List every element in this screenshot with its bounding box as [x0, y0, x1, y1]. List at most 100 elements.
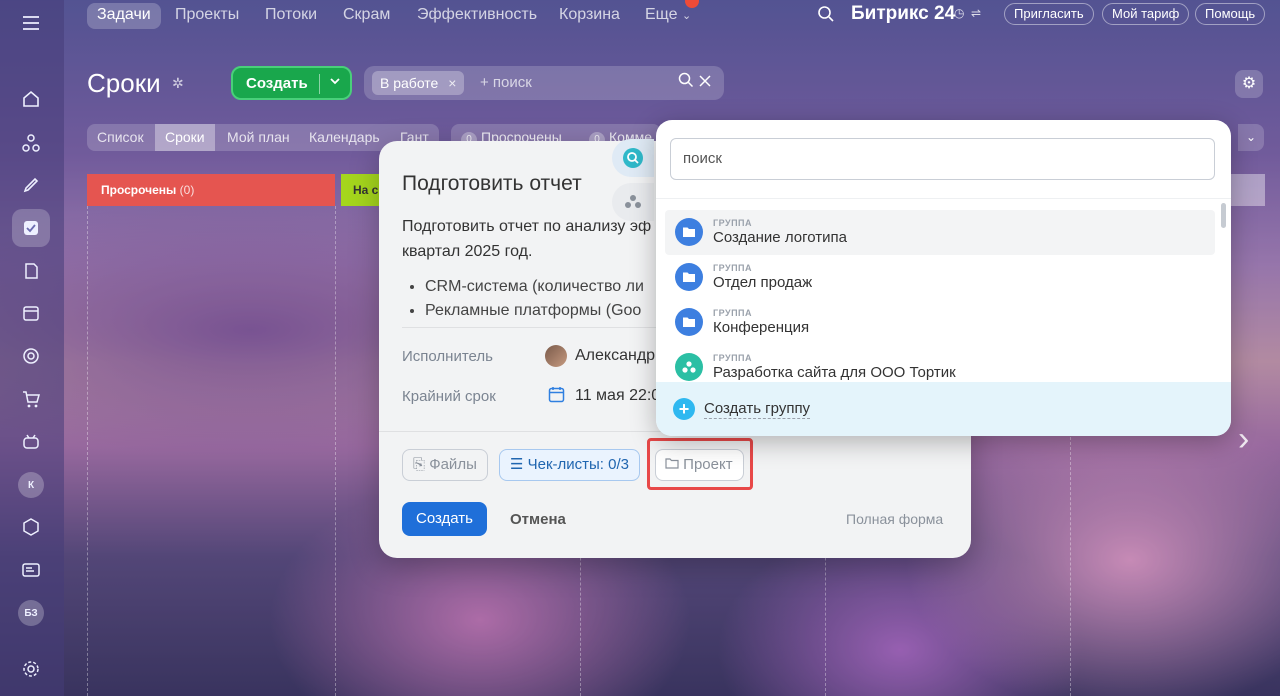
files-button[interactable]: ⎘ Файлы — [402, 449, 488, 481]
tab-projects[interactable]: Проекты — [165, 3, 249, 29]
list-item[interactable]: ГРУППА Отдел продаж — [665, 255, 1215, 300]
help-button[interactable]: Помощь — [1195, 3, 1266, 25]
create-button[interactable]: Создать — [402, 502, 487, 536]
search-icon[interactable] — [817, 5, 835, 28]
tasks-icon[interactable] — [12, 209, 50, 247]
feed-icon[interactable] — [12, 166, 50, 204]
flows-icon[interactable] — [12, 124, 50, 162]
tab-tasks[interactable]: Задачи — [87, 3, 161, 29]
create-group-footer[interactable]: + Создать группу — [656, 382, 1231, 436]
target-icon[interactable] — [12, 337, 50, 375]
search-input[interactable]: + поиск — [480, 74, 532, 91]
chevron-down-icon[interactable]: ⌄ — [1238, 124, 1264, 151]
tariff-button[interactable]: Мой тариф — [1102, 3, 1190, 25]
page-title: Сроки — [87, 68, 161, 98]
task-bullets: CRM-система (количество ли Рекламные пла… — [425, 275, 644, 323]
deadline-value[interactable]: 11 мая 22:0 — [575, 387, 660, 405]
chevron-down-icon: ⌄ — [682, 10, 692, 22]
clock-icon: ◷ — [954, 6, 965, 20]
sliders-icon[interactable]: ⇌ — [971, 6, 981, 20]
tab-my-plan[interactable]: Мой план — [217, 124, 300, 151]
create-button[interactable]: Создать — [231, 66, 352, 100]
calendar-icon[interactable] — [12, 294, 50, 332]
group-icon — [675, 353, 703, 381]
column-divider — [87, 206, 88, 696]
settings-gear-icon[interactable] — [12, 650, 50, 688]
column-header-next: На с — [341, 174, 381, 206]
item-name: Конференция — [713, 319, 810, 336]
box-icon[interactable] — [12, 508, 50, 546]
checklists-button[interactable]: ☰ Чек-листы: 0/3 — [499, 449, 640, 481]
column-header — [1225, 174, 1265, 206]
checklist-icon: ☰ — [510, 456, 524, 473]
chevron-right-icon[interactable]: › — [1238, 420, 1249, 459]
contact-card-icon[interactable] — [12, 551, 50, 589]
invite-button[interactable]: Пригласить — [1004, 3, 1094, 25]
search-input[interactable]: поиск — [670, 138, 1215, 180]
tab-efficiency[interactable]: Эффективность — [407, 3, 547, 29]
list-item[interactable]: ГРУППА Конференция — [665, 300, 1215, 345]
tab-trash[interactable]: Корзина — [549, 3, 630, 29]
create-group-link[interactable]: Создать группу — [704, 400, 811, 419]
shop-cart-icon[interactable] — [12, 380, 50, 418]
filter-search-bar[interactable]: В работе × + поиск — [364, 66, 724, 100]
filter-chip[interactable]: В работе × — [372, 71, 465, 95]
close-icon[interactable] — [698, 75, 712, 92]
task-title[interactable]: Подготовить отчет — [402, 172, 582, 196]
chevron-down-icon[interactable] — [329, 75, 341, 90]
create-button-label: Создать — [246, 75, 308, 92]
tab-flows[interactable]: Потоки — [255, 3, 327, 29]
column-header-overdue: Просрочены (0) — [87, 174, 335, 206]
folder-icon — [665, 456, 683, 473]
tab-scrum[interactable]: Скрам — [333, 3, 400, 29]
brand-logo[interactable]: Битрикс 24 — [851, 3, 955, 25]
project-button[interactable]: Проект — [655, 449, 744, 481]
ai-search-button[interactable] — [612, 139, 654, 177]
search-icon[interactable] — [678, 72, 698, 92]
divider — [656, 198, 1231, 199]
tab-calendar[interactable]: Календарь — [299, 124, 390, 151]
task-description[interactable]: Подготовить отчет по анализу эф квартал … — [402, 214, 658, 264]
tab-deadlines[interactable]: Сроки — [155, 124, 215, 151]
folder-icon — [675, 308, 703, 336]
full-form-link[interactable]: Полная форма — [846, 511, 943, 527]
plus-icon: + — [673, 398, 695, 420]
folder-icon — [675, 263, 703, 291]
filter-actions — [678, 72, 712, 93]
checklists-button-label: Чек-листы: 0/3 — [527, 456, 629, 473]
gear-icon[interactable]: ⚙ — [1235, 70, 1263, 98]
pin-icon[interactable]: ✲ — [172, 75, 184, 92]
project-button-label: Проект — [683, 456, 733, 473]
robot-icon[interactable] — [12, 422, 50, 460]
deadline-label: Крайний срок — [402, 388, 496, 405]
column-title: Просрочены — [101, 183, 177, 197]
item-caption: ГРУППА — [713, 353, 753, 363]
documents-icon[interactable] — [12, 252, 50, 290]
divider — [319, 74, 320, 94]
avatar[interactable]: К — [18, 472, 44, 498]
tab-more-label: Еще — [645, 6, 678, 23]
avatar — [545, 345, 567, 367]
scrollbar[interactable] — [1221, 203, 1226, 228]
divider — [402, 327, 662, 328]
top-navigation: Задачи Проекты Потоки Скрам Эффективност… — [64, 0, 1280, 30]
project-selector-dropdown: поиск ГРУППА Создание логотипа ГРУППА От… — [656, 120, 1231, 436]
item-caption: ГРУППА — [713, 308, 753, 318]
cancel-button[interactable]: Отмена — [510, 511, 566, 528]
item-name: Разработка сайта для ООО Тортик — [713, 364, 956, 381]
column-count: (0) — [179, 183, 195, 197]
column-divider — [335, 206, 336, 696]
menu-icon[interactable] — [12, 4, 50, 42]
home-icon[interactable] — [12, 80, 50, 118]
list-item[interactable]: ГРУППА Создание логотипа — [665, 210, 1215, 255]
folder-icon — [675, 218, 703, 246]
item-caption: ГРУППА — [713, 218, 753, 228]
assignee-value[interactable]: Александр — [575, 347, 655, 365]
tab-list[interactable]: Список — [87, 124, 154, 151]
filter-chip-label: В работе — [380, 75, 439, 91]
group-icon[interactable] — [612, 183, 654, 221]
item-name: Отдел продаж — [713, 274, 813, 291]
calendar-icon — [548, 386, 565, 408]
avatar[interactable]: БЗ — [18, 600, 44, 626]
close-icon[interactable]: × — [448, 75, 456, 91]
